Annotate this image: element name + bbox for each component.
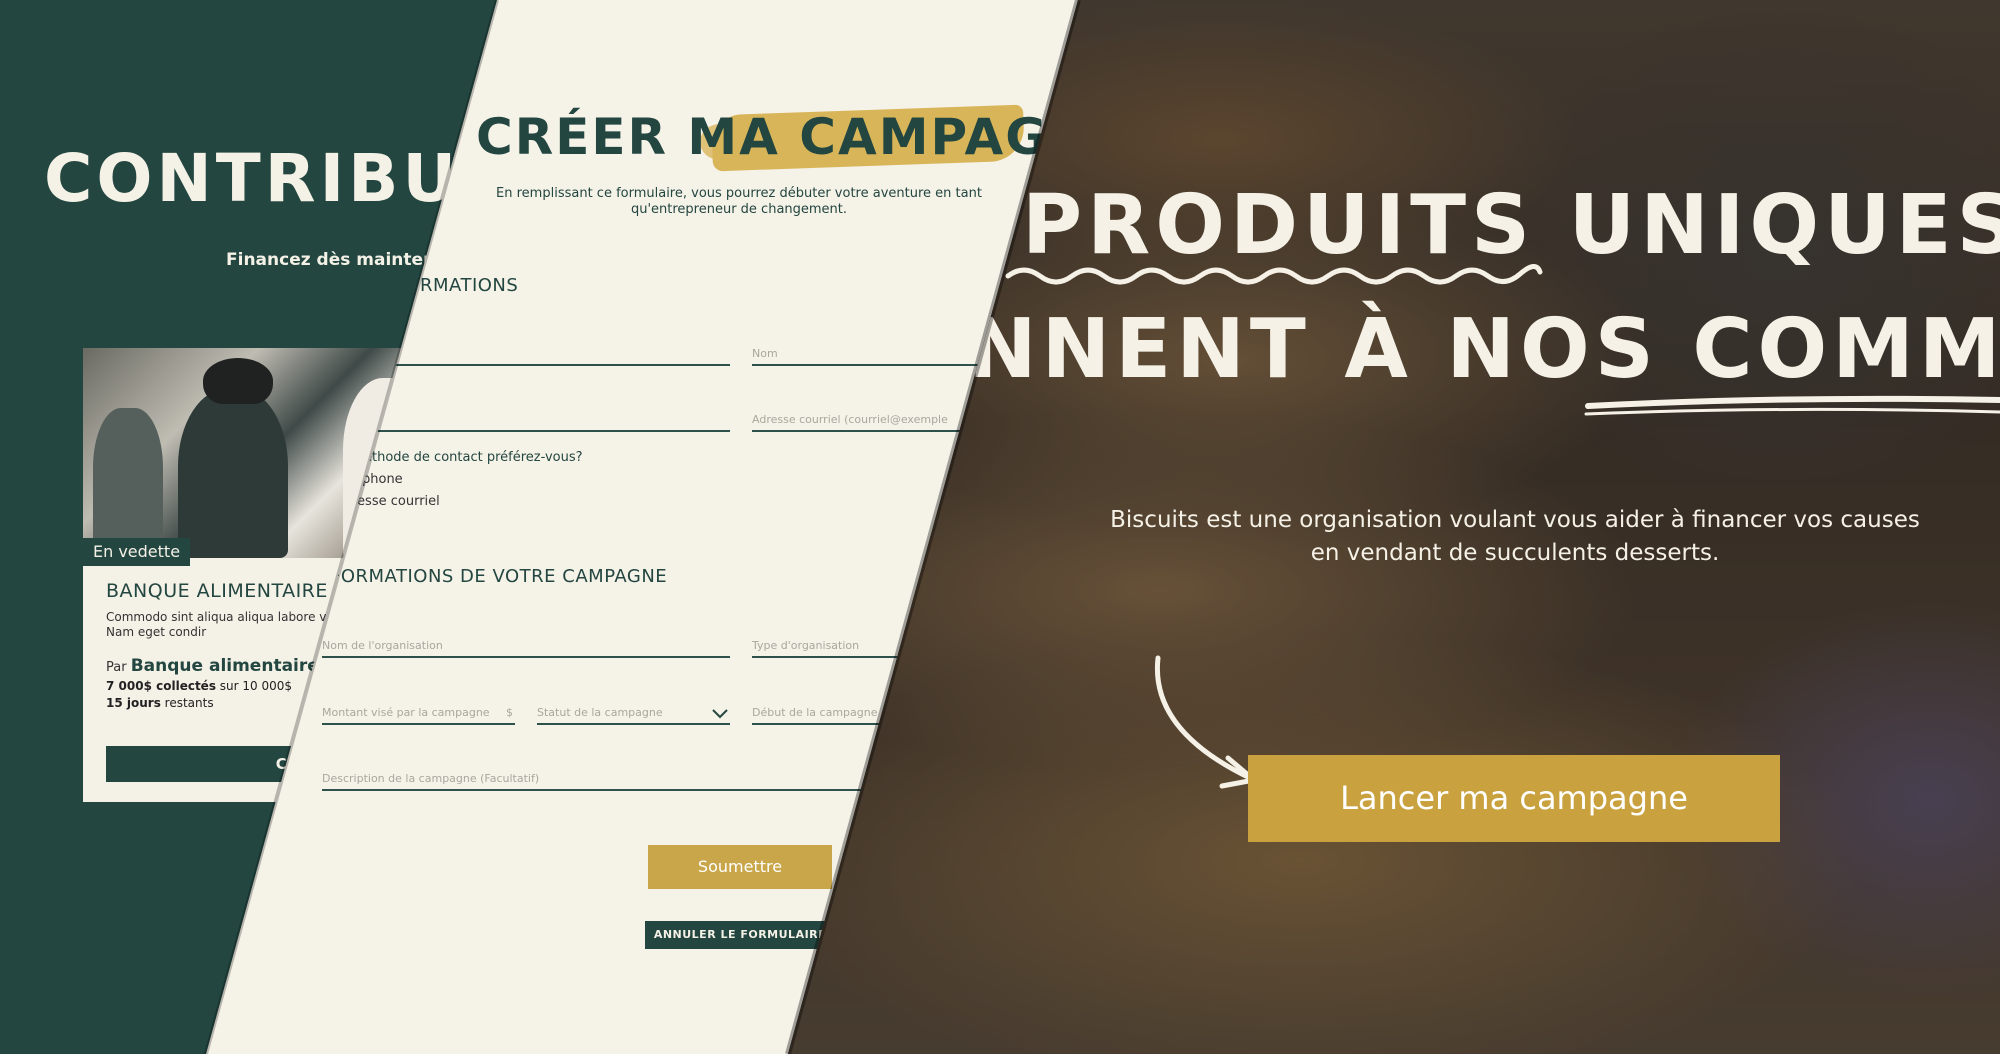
organization-type-placeholder: Type d'organisation <box>752 639 860 652</box>
hero-headline-line2: NNENT À NOS COMMU <box>968 302 2000 397</box>
campaign-goal-placeholder: Montant visé par la campagne <box>322 706 490 719</box>
days-count: 15 jours <box>106 696 161 710</box>
create-campaign-title: CRÉER MA CAMPAGNE <box>476 108 1078 166</box>
collected-amount: 7 000$ collectés <box>106 679 216 693</box>
collected-goal: sur 10 000$ <box>219 679 293 693</box>
submit-button[interactable]: Soumettre <box>648 845 832 889</box>
launch-campaign-button[interactable]: Lancer ma campagne <box>1248 755 1780 842</box>
organizer-prefix: Par <box>106 660 127 675</box>
currency-suffix: $ <box>506 706 513 719</box>
title-part1: CRÉER MA <box>476 108 780 166</box>
organization-name-placeholder: Nom de l'organisation <box>322 639 443 652</box>
hero-description: Biscuits est une organisation voulant vo… <box>1110 507 1920 566</box>
section-personal-info-title: RMATIONS <box>420 275 519 296</box>
campaign-description-placeholder: Description de la campagne (Facultatif) <box>322 772 540 785</box>
campaign-status-select[interactable]: Statut de la campagne <box>537 701 730 725</box>
contact-option-phone[interactable]: phone <box>362 472 403 487</box>
hero-headline-line1: PRODUITS UNIQUES <box>1022 178 2000 273</box>
contact-option-email[interactable]: resse courriel <box>352 494 440 509</box>
last-name-field[interactable]: Nom <box>752 342 1012 366</box>
days-suffix: restants <box>164 696 214 710</box>
squiggle-underline <box>1005 264 1543 285</box>
section-campaign-info-title: FORMATIONS DE VOTRE CAMPAGNE <box>330 566 668 587</box>
last-name-placeholder: Nom <box>752 347 778 360</box>
featured-badge: En vedette <box>83 538 191 566</box>
campaign-goal-field[interactable]: Montant visé par la campagne $ <box>322 701 515 725</box>
form-intro: En remplissant ce formulaire, vous pourr… <box>496 186 982 217</box>
chevron-down-icon <box>712 709 728 719</box>
campaign-start-placeholder: Début de la campagne <box>752 706 878 719</box>
organization-name-field[interactable]: Nom de l'organisation <box>322 634 730 658</box>
cancel-form-button[interactable]: ANNULER LE FORMULAIRE <box>645 921 835 949</box>
email-placeholder: Adresse courriel (courriel@exemple <box>752 413 948 426</box>
brush-underline <box>1584 395 2000 416</box>
campaign-status-placeholder: Statut de la campagne <box>537 706 663 719</box>
contact-method-question: éthode de contact préférez-vous? <box>364 450 583 465</box>
